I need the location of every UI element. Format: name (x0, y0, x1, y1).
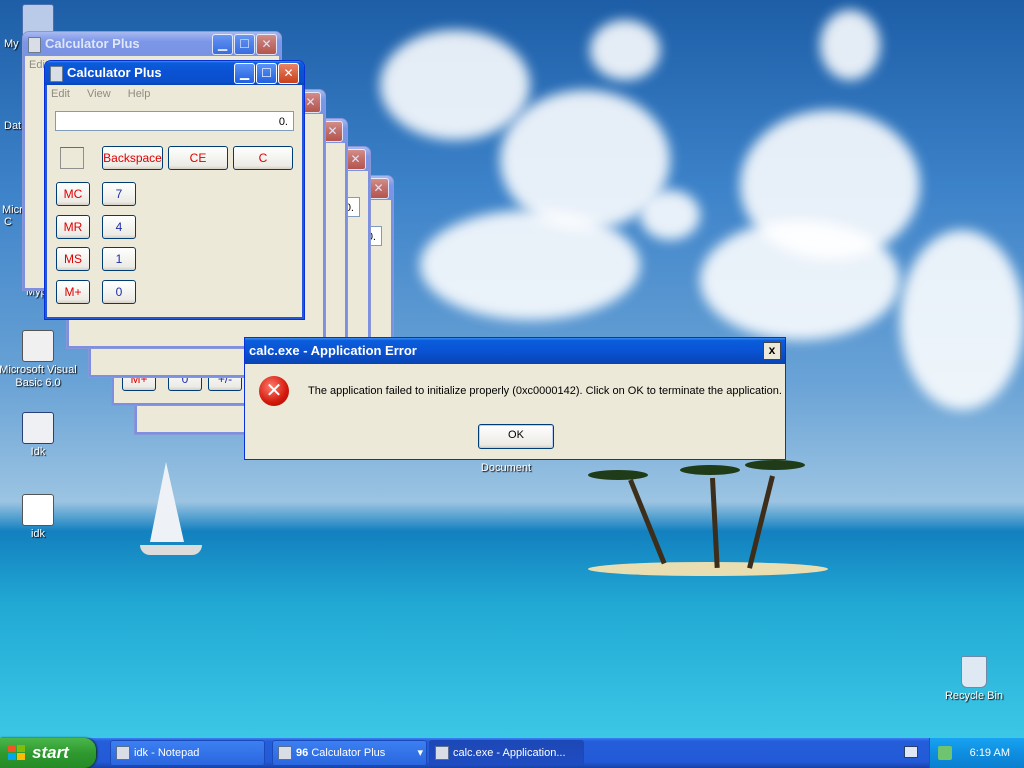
menu-help[interactable]: Help (128, 88, 151, 100)
palm-trunk (710, 477, 720, 569)
calc-display: 0. (55, 111, 294, 131)
close-icon[interactable]: ✕ (256, 34, 277, 55)
close-icon[interactable]: ✕ (345, 149, 366, 170)
digit-4-button[interactable]: 4 (102, 215, 136, 239)
palm-leaf (745, 460, 805, 470)
memory-indicator (60, 147, 84, 169)
digit-7-button[interactable]: 7 (102, 182, 136, 206)
digit-0-button[interactable]: 0 (102, 280, 136, 304)
calculator-icon (50, 66, 63, 82)
sailboat-sail (150, 462, 184, 542)
window-titlebar[interactable]: Calculator Plus ▁ ☐ ✕ (45, 61, 304, 85)
error-icon: ✕ (259, 376, 289, 406)
ok-button[interactable]: OK (478, 424, 554, 449)
taskbar-item-notepad[interactable]: idk - Notepad (110, 740, 265, 766)
mr-button[interactable]: MR (56, 215, 90, 239)
program-icon (22, 412, 54, 444)
calculator-window-front[interactable]: Calculator Plus ▁ ☐ ✕ Edit View Help 0. … (44, 60, 305, 320)
desktop-icon-label: Recycle Bin (944, 690, 1004, 702)
taskbar-group-count: 96 (296, 747, 309, 759)
minimize-icon[interactable]: ▁ (212, 34, 233, 55)
clock[interactable]: 6:19 AM (970, 738, 1010, 768)
menu-view[interactable]: View (87, 88, 111, 100)
maximize-icon[interactable]: ☐ (234, 34, 255, 55)
recycle-bin-icon (961, 656, 987, 688)
visual-basic-icon (22, 330, 54, 362)
cloud (900, 230, 1024, 410)
desktop-icon-label: Document (480, 462, 532, 474)
taskbar-item-label: calc.exe - Application... (453, 747, 566, 759)
close-icon[interactable]: ✕ (368, 178, 389, 199)
digit-1-button[interactable]: 1 (102, 247, 136, 271)
error-message: The application failed to initialize pro… (308, 385, 782, 397)
taskbar-item-label: idk - Notepad (134, 747, 200, 759)
mc-button[interactable]: MC (56, 182, 90, 206)
palm-trunk (628, 479, 667, 565)
window-titlebar[interactable]: Calculator Plus ▁ ☐ ✕ (23, 32, 281, 56)
start-button[interactable]: start (0, 738, 96, 768)
cloud (380, 30, 530, 140)
calculator-icon (278, 746, 292, 760)
backspace-button[interactable]: Backspace (102, 146, 163, 170)
desktop-icon-label: Microsoft Visual Basic 6.0 (0, 364, 77, 389)
ce-button[interactable]: CE (168, 146, 228, 170)
desktop-icon-idk-text[interactable]: idk (0, 494, 78, 540)
notepad-icon (116, 746, 130, 760)
calculator-icon (28, 37, 41, 53)
taskbar-item-error-dialog[interactable]: calc.exe - Application... (429, 740, 584, 766)
close-icon[interactable]: x (763, 342, 781, 360)
desktop-icon-label: idk (30, 528, 46, 540)
cloud (590, 20, 660, 80)
taskbar-item-label: Calculator Plus (311, 747, 386, 759)
taskbar: start idk - Notepad 96 Calculator Plus ▾… (0, 738, 1024, 768)
desktop-icon-label: Idk (30, 446, 46, 458)
cloud (640, 190, 700, 240)
window-icon (435, 746, 449, 760)
start-label: start (32, 743, 69, 762)
close-icon[interactable]: ✕ (278, 63, 299, 84)
palm-leaf (588, 470, 648, 480)
menu-bar: Edit View Help (45, 85, 304, 103)
windows-logo-icon (8, 745, 26, 761)
sailboat-hull (140, 545, 202, 555)
chevron-down-icon[interactable]: ▾ (417, 740, 423, 766)
desktop-icon-idk-program[interactable]: Idk (0, 412, 78, 458)
window-title: Calculator Plus (45, 36, 140, 51)
menu-edit[interactable]: Edit (51, 88, 70, 100)
desktop-icon-label: C (4, 216, 12, 228)
palm-leaf (680, 465, 740, 475)
desktop-icon-label: My (4, 38, 19, 50)
keyboard-icon[interactable] (904, 746, 918, 758)
c-button[interactable]: C (233, 146, 293, 170)
window-title: Calculator Plus (67, 65, 162, 80)
taskbar-item-calculator-group[interactable]: 96 Calculator Plus ▾ (272, 740, 427, 766)
desktop-icon-recycle-bin[interactable]: Recycle Bin (934, 656, 1014, 702)
cloud (700, 220, 900, 340)
minimize-icon[interactable]: ▁ (234, 63, 255, 84)
island (588, 562, 828, 576)
m-plus-button[interactable]: M+ (56, 280, 90, 304)
maximize-icon[interactable]: ☐ (256, 63, 277, 84)
system-tray: 6:19 AM (929, 738, 1024, 768)
application-error-dialog[interactable]: calc.exe - Application Error x ✕ The app… (244, 337, 786, 460)
text-file-icon (22, 494, 54, 526)
palm-trunk (747, 475, 775, 569)
ms-button[interactable]: MS (56, 247, 90, 271)
cloud (820, 10, 880, 80)
cloud (420, 210, 640, 320)
desktop-icon-document[interactable]: Document (466, 462, 546, 474)
network-icon[interactable] (938, 746, 952, 760)
desktop-icon-label: Dat (4, 120, 22, 132)
dialog-title[interactable]: calc.exe - Application Error (245, 338, 785, 364)
